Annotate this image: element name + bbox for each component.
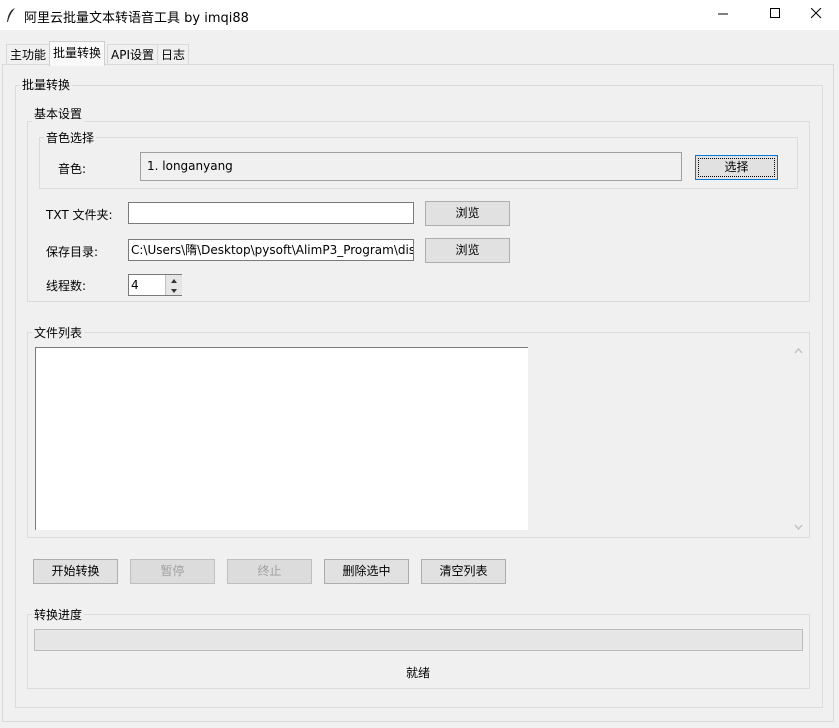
chevron-down-icon (166, 285, 182, 299)
window-title: 阿里云批量文本转语音工具 by imqi88 (24, 11, 249, 26)
tab-log[interactable]: 日志 (157, 44, 190, 65)
stop-button[interactable]: 终止 (227, 559, 312, 584)
start-button[interactable]: 开始转换 (33, 559, 118, 584)
pause-button[interactable]: 暂停 (130, 559, 215, 584)
minimize-icon (717, 8, 729, 22)
save-dir-label: 保存目录: (46, 245, 99, 259)
file-listbox[interactable] (35, 347, 528, 530)
txt-folder-input[interactable] (128, 202, 414, 224)
tab-api-settings[interactable]: API设置 (107, 44, 158, 65)
close-icon (810, 7, 822, 22)
tab-batch[interactable]: 批量转换 (49, 41, 106, 66)
save-dir-input[interactable]: C:\Users\隋\Desktop\pysoft\AlimP3_Program… (128, 239, 414, 261)
status-label: 就绪 (406, 666, 431, 680)
txt-folder-label: TXT 文件夹: (46, 208, 113, 222)
close-button[interactable] (793, 0, 839, 30)
spin-down-button[interactable] (165, 285, 182, 295)
title-bar: 阿里云批量文本转语音工具 by imqi88 (0, 0, 839, 30)
file-list-title: 文件列表 (32, 324, 85, 341)
progress-frame-title: 转换进度 (32, 606, 85, 623)
maximize-button[interactable] (752, 0, 798, 30)
maximize-icon (769, 8, 781, 22)
browse-save-button[interactable]: 浏览 (425, 238, 510, 263)
progress-bar (34, 629, 803, 651)
tab-main[interactable]: 主功能 (6, 44, 51, 65)
clear-list-button[interactable]: 清空列表 (421, 559, 506, 584)
delete-selected-button[interactable]: 删除选中 (324, 559, 409, 584)
file-list-scrollbar[interactable] (789, 343, 808, 535)
scroll-down-icon (793, 521, 804, 535)
voice-display: 1. longanyang (140, 152, 682, 181)
batch-frame-title: 批量转换 (20, 76, 73, 93)
threads-label: 线程数: (46, 279, 87, 293)
threads-value: 4 (131, 278, 139, 292)
feather-icon (6, 7, 16, 23)
scroll-up-icon (793, 345, 804, 359)
minimize-button[interactable] (700, 0, 746, 30)
basic-settings-title: 基本设置 (32, 105, 85, 122)
select-voice-button[interactable]: 选择 (695, 155, 778, 180)
browse-txt-button[interactable]: 浏览 (425, 201, 510, 226)
voice-frame-title: 音色选择 (44, 129, 97, 146)
voice-label: 音色: (58, 162, 87, 176)
